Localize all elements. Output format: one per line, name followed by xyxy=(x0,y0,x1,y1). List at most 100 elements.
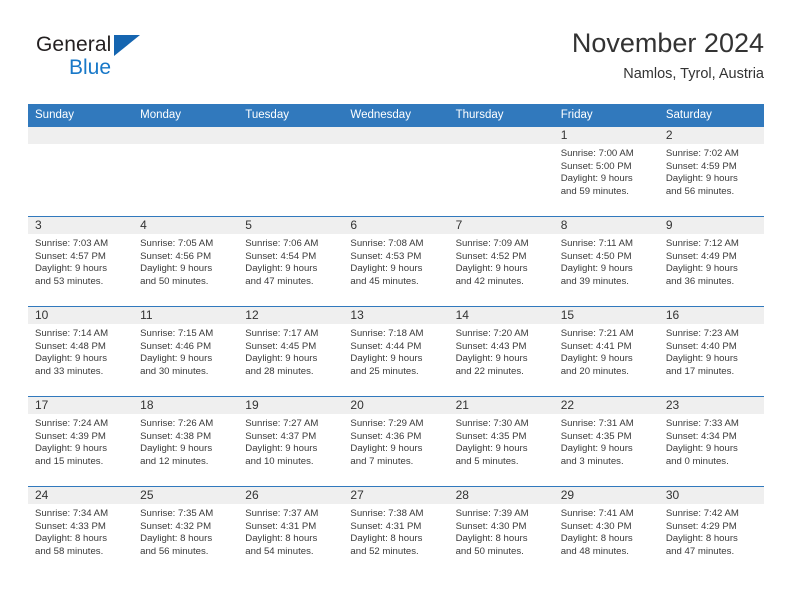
daylight-text-line1: Daylight: 9 hours xyxy=(560,173,633,185)
sunrise-text: Sunrise: 7:34 AM xyxy=(35,508,109,519)
daylight-text-line1: Daylight: 8 hours xyxy=(350,533,423,545)
calendar-day-cell[interactable]: 21 Sunrise: 7:30 AM Sunset: 4:35 PM Dayligh… xyxy=(448,396,554,487)
day-details: Sunrise: 7:37 AM Sunset: 4:31 PM Daylight:… xyxy=(238,504,343,558)
day-number xyxy=(238,127,344,144)
calendar-day-cell[interactable]: 12 Sunrise: 7:17 AM Sunset: 4:45 PM Dayligh… xyxy=(238,306,344,397)
calendar-day-cell[interactable]: 30 Sunrise: 7:42 AM Sunset: 4:29 PM Dayligh… xyxy=(658,486,764,576)
daylight-text-line2: and 47 minutes. xyxy=(665,545,735,557)
calendar-day-cell[interactable]: 18 Sunrise: 7:26 AM Sunset: 4:38 PM Dayligh… xyxy=(133,396,239,487)
day-details: Sunrise: 7:31 AM Sunset: 4:35 PM Daylight:… xyxy=(554,414,659,468)
calendar-day-cell[interactable]: 15 Sunrise: 7:21 AM Sunset: 4:41 PM Dayligh… xyxy=(553,306,659,397)
brand-logo[interactable]: General Blue xyxy=(36,32,166,88)
calendar-week-row: 3 Sunrise: 7:03 AM Sunset: 4:57 PM Daylight… xyxy=(28,216,764,307)
day-number xyxy=(28,127,134,144)
daylight-text-line2: and 30 minutes. xyxy=(140,365,209,377)
calendar-day-cell[interactable]: 25 Sunrise: 7:35 AM Sunset: 4:32 PM Dayligh… xyxy=(133,486,239,576)
calendar-day-cell[interactable]: 2 Sunrise: 7:02 AM Sunset: 4:59 PM Daylight… xyxy=(658,126,764,217)
daylight-text-line2: and 22 minutes. xyxy=(455,365,524,377)
calendar-day-cell[interactable]: 29 Sunrise: 7:41 AM Sunset: 4:30 PM Dayligh… xyxy=(553,486,659,576)
daylight-text-line1: Daylight: 9 hours xyxy=(140,443,213,455)
calendar-day-cell[interactable]: 8 Sunrise: 7:11 AM Sunset: 4:50 PM Daylight… xyxy=(553,216,659,307)
daylight-text-line1: Daylight: 8 hours xyxy=(245,533,318,545)
sunset-text: Sunset: 4:53 PM xyxy=(350,250,422,262)
calendar-day-cell[interactable]: 9 Sunrise: 7:12 AM Sunset: 4:49 PM Daylight… xyxy=(658,216,764,307)
day-number: 11 xyxy=(133,307,239,324)
calendar-day-cell[interactable]: 1 Sunrise: 7:00 AM Sunset: 5:00 PM Daylight… xyxy=(553,126,659,217)
calendar-day-cell[interactable]: 23 Sunrise: 7:33 AM Sunset: 4:34 PM Dayligh… xyxy=(658,396,764,487)
sunrise-text: Sunrise: 7:41 AM xyxy=(560,508,634,519)
day-details: Sunrise: 7:26 AM Sunset: 4:38 PM Daylight:… xyxy=(133,414,238,468)
day-number: 12 xyxy=(238,307,344,324)
day-details: Sunrise: 7:41 AM Sunset: 4:30 PM Daylight:… xyxy=(554,504,659,558)
day-details: Sunrise: 7:06 AM Sunset: 4:54 PM Daylight:… xyxy=(238,234,343,288)
calendar-day-cell[interactable]: 13 Sunrise: 7:18 AM Sunset: 4:44 PM Dayligh… xyxy=(343,306,449,397)
day-number: 9 xyxy=(658,217,764,234)
sunrise-text: Sunrise: 7:18 AM xyxy=(350,328,424,339)
calendar-day-cell[interactable]: 27 Sunrise: 7:38 AM Sunset: 4:31 PM Dayligh… xyxy=(343,486,449,576)
day-details: Sunrise: 7:03 AM Sunset: 4:57 PM Daylight:… xyxy=(28,234,133,288)
daylight-text-line2: and 33 minutes. xyxy=(35,365,104,377)
day-number: 14 xyxy=(448,307,554,324)
calendar-day-cell[interactable]: 28 Sunrise: 7:39 AM Sunset: 4:30 PM Dayligh… xyxy=(448,486,554,576)
calendar-cell-empty xyxy=(238,126,344,217)
calendar-day-cell[interactable]: 10 Sunrise: 7:14 AM Sunset: 4:48 PM Dayligh… xyxy=(28,306,134,397)
sunrise-text: Sunrise: 7:39 AM xyxy=(455,508,529,519)
calendar-day-cell[interactable]: 17 Sunrise: 7:24 AM Sunset: 4:39 PM Dayligh… xyxy=(28,396,134,487)
calendar-day-cell[interactable]: 11 Sunrise: 7:15 AM Sunset: 4:46 PM Dayligh… xyxy=(133,306,239,397)
day-details: Sunrise: 7:35 AM Sunset: 4:32 PM Daylight:… xyxy=(133,504,238,558)
title-block: November 2024 Namlos, Tyrol, Austria xyxy=(572,26,764,85)
calendar-day-cell[interactable]: 3 Sunrise: 7:03 AM Sunset: 4:57 PM Daylight… xyxy=(28,216,134,307)
day-details: Sunrise: 7:30 AM Sunset: 4:35 PM Daylight:… xyxy=(449,414,554,468)
calendar-page: General Blue November 2024 Namlos, Tyrol… xyxy=(0,0,792,612)
daylight-text-line1: Daylight: 9 hours xyxy=(140,353,213,365)
day-number: 13 xyxy=(343,307,449,324)
day-number: 25 xyxy=(133,487,239,504)
daylight-text-line2: and 25 minutes. xyxy=(350,365,419,377)
day-details: Sunrise: 7:14 AM Sunset: 4:48 PM Daylight:… xyxy=(28,324,133,378)
daylight-text-line2: and 10 minutes. xyxy=(245,455,314,467)
calendar-day-cell[interactable]: 14 Sunrise: 7:20 AM Sunset: 4:43 PM Dayligh… xyxy=(448,306,554,397)
calendar-day-cell[interactable]: 7 Sunrise: 7:09 AM Sunset: 4:52 PM Daylight… xyxy=(448,216,554,307)
day-number: 10 xyxy=(28,307,134,324)
brand-logo-top: General xyxy=(36,32,166,58)
sunset-text: Sunset: 4:46 PM xyxy=(140,340,212,352)
day-details: Sunrise: 7:05 AM Sunset: 4:56 PM Daylight:… xyxy=(133,234,238,288)
triangle-icon xyxy=(114,35,140,56)
calendar-day-cell[interactable]: 19 Sunrise: 7:27 AM Sunset: 4:37 PM Dayligh… xyxy=(238,396,344,487)
sunset-text: Sunset: 4:41 PM xyxy=(560,340,632,352)
day-number: 7 xyxy=(448,217,554,234)
calendar-day-cell[interactable]: 6 Sunrise: 7:08 AM Sunset: 4:53 PM Daylight… xyxy=(343,216,449,307)
daylight-text-line1: Daylight: 9 hours xyxy=(350,263,423,275)
sunset-text: Sunset: 5:00 PM xyxy=(560,160,632,172)
sunset-text: Sunset: 4:56 PM xyxy=(140,250,212,262)
daylight-text-line1: Daylight: 9 hours xyxy=(35,443,107,455)
weekday-header-friday: Friday xyxy=(553,104,659,127)
calendar-day-cell[interactable]: 16 Sunrise: 7:23 AM Sunset: 4:40 PM Dayligh… xyxy=(658,306,764,397)
daylight-text-line1: Daylight: 9 hours xyxy=(455,263,528,275)
daylight-text-line1: Daylight: 8 hours xyxy=(455,533,528,545)
weekday-header-tuesday: Tuesday xyxy=(238,104,344,127)
sunset-text: Sunset: 4:30 PM xyxy=(560,520,632,532)
calendar-day-cell[interactable]: 24 Sunrise: 7:34 AM Sunset: 4:33 PM Dayligh… xyxy=(28,486,134,576)
calendar-day-cell[interactable]: 22 Sunrise: 7:31 AM Sunset: 4:35 PM Dayligh… xyxy=(553,396,659,487)
calendar-day-cell[interactable]: 4 Sunrise: 7:05 AM Sunset: 4:56 PM Daylight… xyxy=(133,216,239,307)
day-number xyxy=(133,127,239,144)
daylight-text-line2: and 58 minutes. xyxy=(35,545,104,557)
calendar-week-row: 1 Sunrise: 7:00 AM Sunset: 5:00 PM Daylight… xyxy=(28,126,764,217)
sunrise-text: Sunrise: 7:27 AM xyxy=(245,418,319,429)
day-number: 28 xyxy=(448,487,554,504)
day-details: Sunrise: 7:24 AM Sunset: 4:39 PM Daylight:… xyxy=(28,414,133,468)
calendar-cell-empty xyxy=(448,126,554,217)
day-number: 20 xyxy=(343,397,449,414)
day-number: 2 xyxy=(658,127,764,144)
daylight-text-line2: and 47 minutes. xyxy=(245,275,314,287)
calendar-day-cell[interactable]: 5 Sunrise: 7:06 AM Sunset: 4:54 PM Daylight… xyxy=(238,216,344,307)
sunset-text: Sunset: 4:59 PM xyxy=(665,160,737,172)
weekday-header-monday: Monday xyxy=(133,104,239,127)
daylight-text-line2: and 39 minutes. xyxy=(560,275,629,287)
daylight-text-line1: Daylight: 9 hours xyxy=(560,353,633,365)
calendar-day-cell[interactable]: 26 Sunrise: 7:37 AM Sunset: 4:31 PM Dayligh… xyxy=(238,486,344,576)
daylight-text-line1: Daylight: 8 hours xyxy=(560,533,633,545)
calendar-day-cell[interactable]: 20 Sunrise: 7:29 AM Sunset: 4:36 PM Dayligh… xyxy=(343,396,449,487)
sunrise-text: Sunrise: 7:21 AM xyxy=(560,328,634,339)
